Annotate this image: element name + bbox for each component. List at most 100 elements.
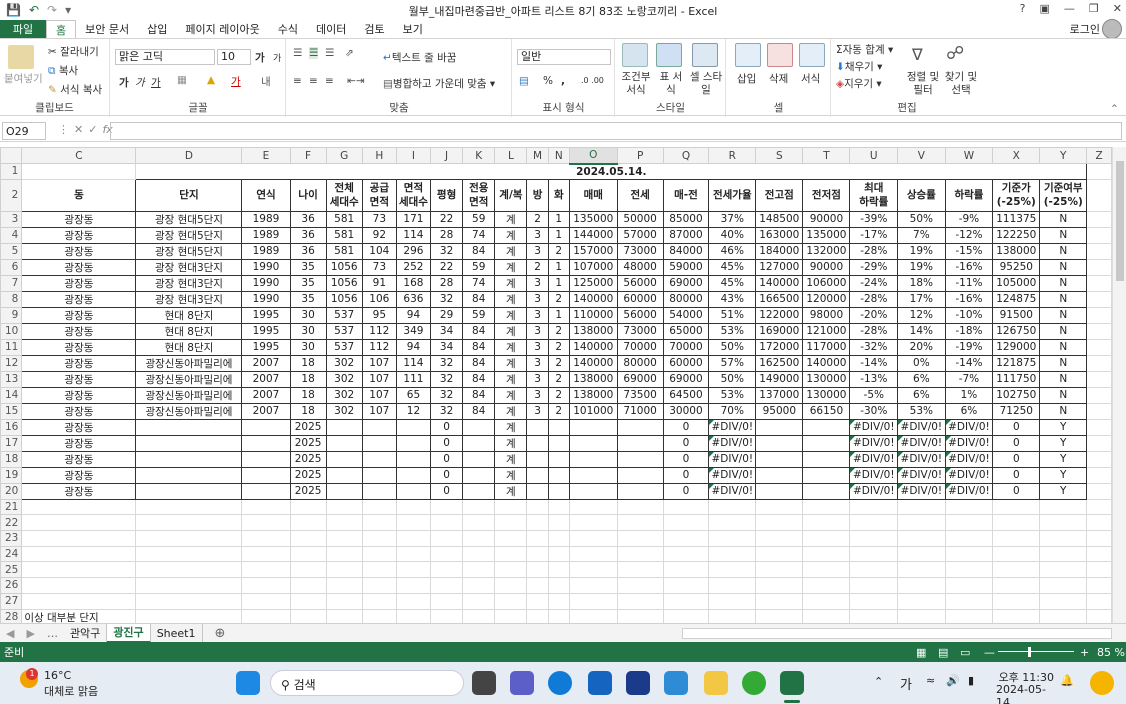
cell[interactable] [547, 545, 570, 563]
cell[interactable] [526, 450, 549, 468]
cell[interactable]: 0 [662, 466, 710, 484]
copy-button[interactable]: ⧉ 복사 [48, 63, 78, 78]
undo-icon[interactable]: ↶ [29, 3, 39, 17]
login-link[interactable]: 로그인 [1070, 21, 1100, 37]
cell[interactable]: 69000 [662, 274, 710, 292]
row-header-9[interactable]: 9 [0, 306, 23, 324]
cell[interactable] [526, 498, 549, 516]
cell[interactable] [1086, 163, 1112, 180]
cell[interactable] [1086, 386, 1112, 404]
cell[interactable] [992, 545, 1041, 563]
cell[interactable]: 계 [494, 274, 528, 292]
cell[interactable]: 114 [395, 354, 432, 372]
cell[interactable] [547, 418, 570, 436]
cell[interactable]: 계 [494, 242, 528, 260]
cell[interactable]: N [1039, 322, 1088, 340]
cell[interactable]: #DIV/0! [944, 482, 994, 500]
cell[interactable] [21, 561, 137, 579]
cell[interactable] [1086, 258, 1112, 276]
cell[interactable] [992, 514, 1041, 532]
scroll-thumb[interactable] [1116, 161, 1124, 281]
cell[interactable] [325, 466, 363, 484]
cell[interactable] [21, 545, 137, 563]
cell[interactable] [361, 482, 397, 500]
zoom-in-icon[interactable]: + [1080, 646, 1089, 659]
cell[interactable]: 112 [361, 322, 397, 340]
weather-desc[interactable]: 대체로 맑음 [44, 683, 98, 699]
cell[interactable]: Y [1039, 450, 1088, 468]
cell[interactable]: 1 [547, 306, 570, 324]
cell[interactable]: 1995 [241, 322, 291, 340]
cell[interactable] [395, 545, 432, 563]
cell[interactable]: -28% [849, 290, 899, 308]
cell[interactable] [944, 561, 994, 579]
cell[interactable] [325, 450, 363, 468]
cell[interactable] [430, 592, 464, 610]
cell[interactable]: #DIV/0! [944, 418, 994, 436]
cell[interactable]: 3 [526, 226, 549, 244]
currency-icon[interactable]: ▤ [519, 75, 529, 87]
table-format-button[interactable]: 표 서식 [656, 71, 686, 97]
cell[interactable] [395, 450, 432, 468]
cell[interactable] [616, 577, 664, 594]
page-break-icon[interactable]: ▭ [960, 646, 970, 659]
cell[interactable]: 2 [547, 338, 570, 356]
column-header-K[interactable]: K [462, 147, 496, 164]
cell[interactable] [430, 514, 464, 532]
ribbon-tab-3[interactable]: 삽입 [138, 20, 176, 38]
clock-date[interactable]: 2024-05-14 [996, 683, 1056, 704]
align-bottom-icon[interactable]: ☰ [325, 47, 334, 59]
row-header-14[interactable]: 14 [0, 386, 23, 404]
cell[interactable]: 계 [494, 210, 528, 228]
cell[interactable]: N [1039, 306, 1088, 324]
cell[interactable]: 1989 [241, 210, 291, 228]
cell[interactable] [755, 608, 804, 623]
column-title[interactable]: 전세 [616, 178, 664, 212]
cell[interactable]: 138000 [992, 242, 1041, 260]
cell[interactable] [135, 592, 243, 610]
cell[interactable] [992, 530, 1041, 547]
binoculars-icon[interactable]: ☍ [946, 43, 964, 64]
cell[interactable] [361, 434, 397, 452]
cell[interactable] [325, 577, 363, 594]
cell[interactable] [325, 561, 363, 579]
cell[interactable] [135, 561, 243, 579]
cell[interactable]: #DIV/0! [849, 466, 899, 484]
cell[interactable] [325, 608, 363, 623]
cell[interactable]: 60000 [662, 354, 710, 372]
cell[interactable] [616, 418, 664, 436]
cell[interactable] [662, 498, 710, 516]
cell[interactable] [462, 561, 496, 579]
cell[interactable] [568, 514, 618, 532]
cell[interactable] [395, 434, 432, 452]
sheet-table[interactable]: C D E F G H I J K L M N O P Q R S T U V W X Y Z 1 2024.05.14. 2 동 단지… [0, 147, 1112, 623]
cell[interactable] [662, 592, 710, 610]
column-header-N[interactable]: N [547, 147, 570, 164]
cell[interactable]: 계 [494, 418, 528, 436]
cell[interactable]: 130000 [802, 370, 851, 388]
cell[interactable]: 2 [547, 370, 570, 388]
cell[interactable] [1086, 498, 1112, 516]
column-header-M[interactable]: M [526, 147, 549, 164]
cell[interactable]: 40% [708, 226, 757, 244]
cell[interactable]: 581 [325, 226, 363, 244]
cell[interactable]: 112 [361, 338, 397, 356]
cell[interactable]: 140000 [568, 354, 618, 372]
cell[interactable]: 6% [897, 370, 946, 388]
cell[interactable] [1039, 608, 1088, 623]
cell[interactable]: -7% [944, 370, 994, 388]
cell[interactable] [662, 608, 710, 623]
cell[interactable] [241, 592, 291, 610]
cell[interactable] [944, 530, 994, 547]
cell[interactable]: 22 [430, 258, 464, 276]
cell[interactable]: 1% [944, 386, 994, 404]
cell[interactable] [289, 545, 327, 563]
ribbon-tab-7[interactable]: 검토 [355, 20, 393, 38]
cell[interactable]: N [1039, 226, 1088, 244]
cell[interactable] [325, 592, 363, 610]
sheet-tab-2[interactable]: Sheet1 [151, 623, 203, 643]
cell[interactable]: 2007 [241, 402, 291, 420]
cell[interactable]: N [1039, 386, 1088, 404]
cell[interactable] [944, 498, 994, 516]
notification-bell-icon[interactable]: 🔔 [1060, 674, 1074, 687]
